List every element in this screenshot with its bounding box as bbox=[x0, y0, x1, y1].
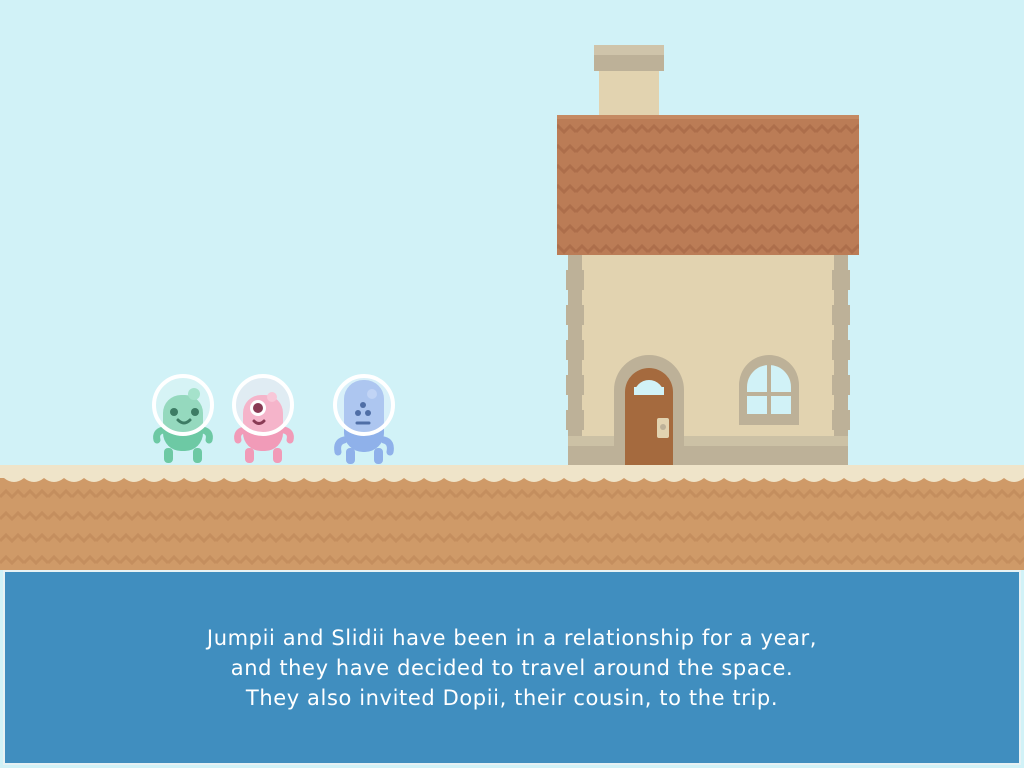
scene bbox=[0, 0, 1024, 570]
story-line: and they have decided to travel around t… bbox=[230, 655, 794, 680]
story-line: They also invited Dopii, their cousin, t… bbox=[245, 685, 779, 710]
chimney bbox=[599, 71, 659, 117]
house-wall bbox=[568, 250, 848, 465]
roof bbox=[557, 115, 859, 255]
window bbox=[739, 355, 799, 425]
story-text: Jumpii and Slidii have been in a relatio… bbox=[62, 623, 962, 713]
game-stage: Jumpii and Slidii have been in a relatio… bbox=[0, 0, 1024, 768]
story-dialog[interactable]: Jumpii and Slidii have been in a relatio… bbox=[3, 570, 1021, 765]
ground-top bbox=[0, 465, 1024, 482]
story-line: Jumpii and Slidii have been in a relatio… bbox=[206, 625, 818, 650]
door bbox=[614, 355, 684, 465]
ground bbox=[0, 465, 1024, 570]
